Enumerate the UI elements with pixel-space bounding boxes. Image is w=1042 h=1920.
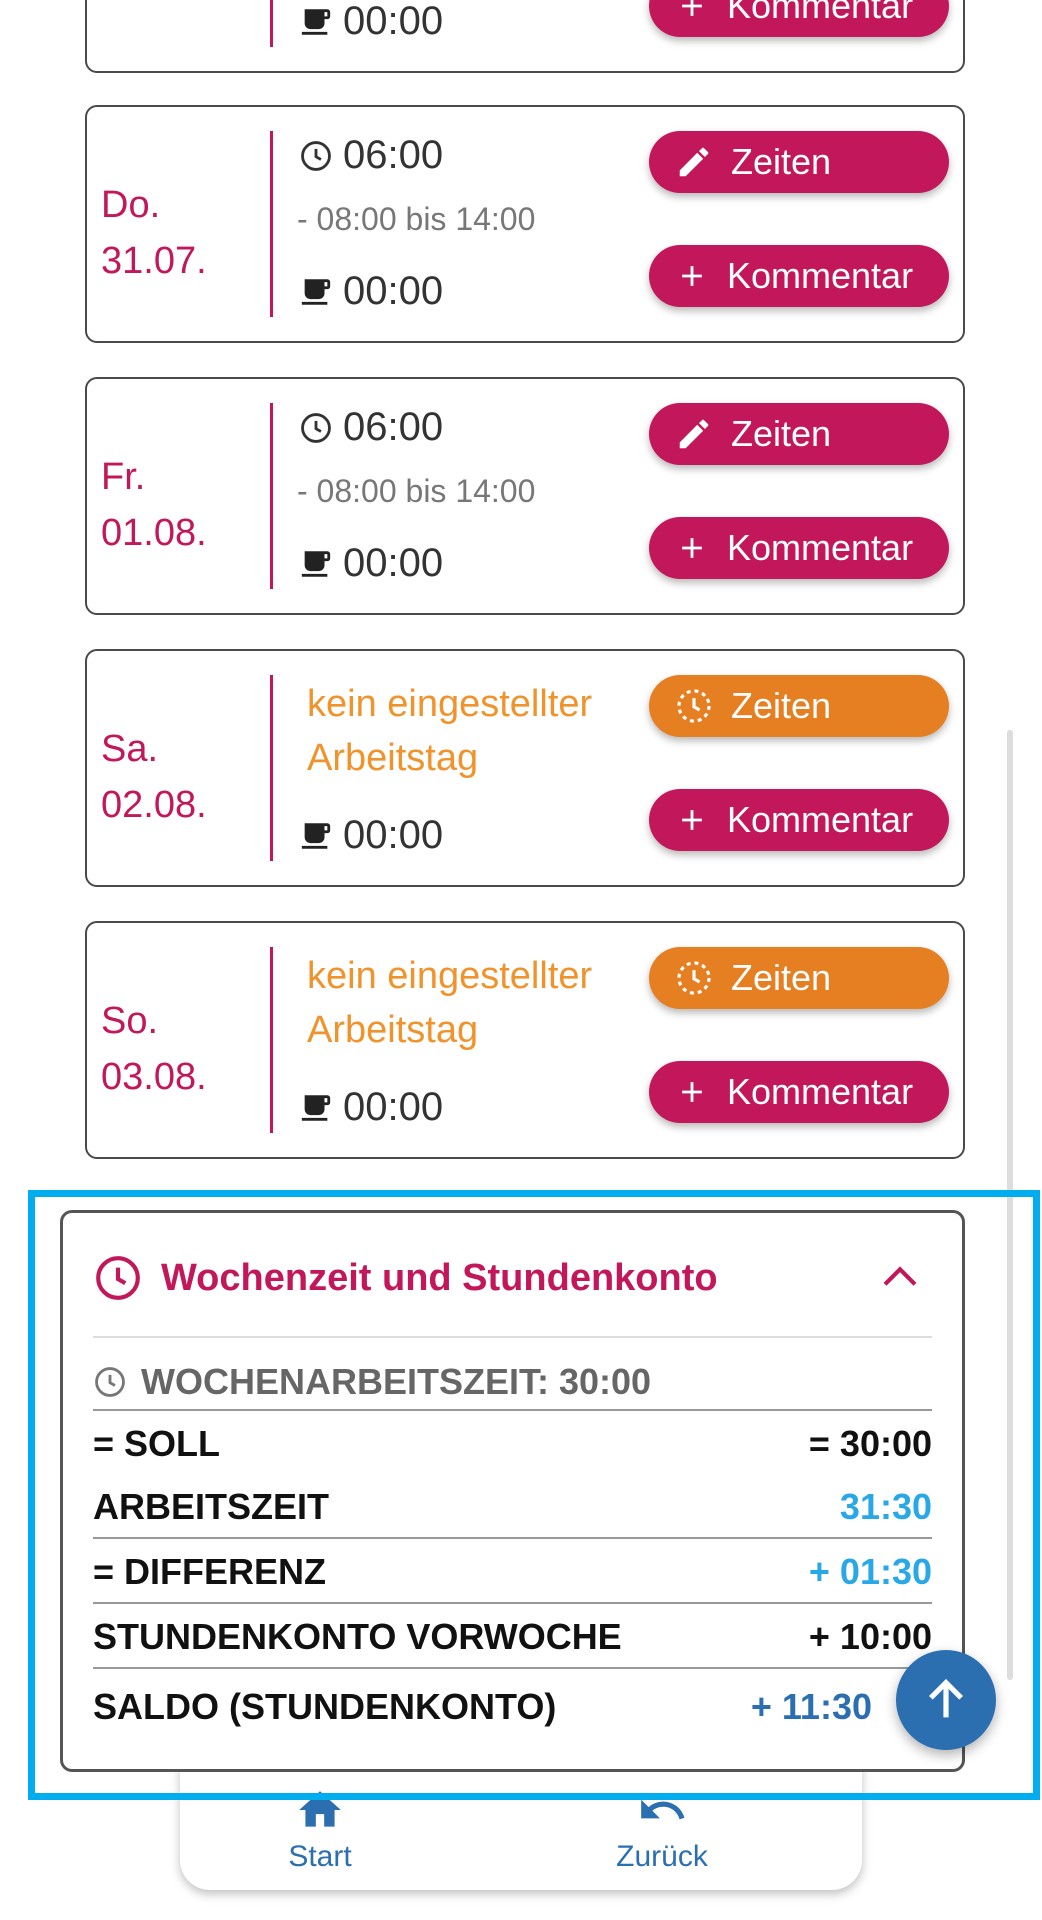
day-card-wed: 00:00 Kommentar xyxy=(85,0,965,73)
no-workday-notice: kein eingestellter Arbeitstag xyxy=(307,955,593,1051)
day-date: Do. 31.07. xyxy=(101,184,207,282)
day-divider xyxy=(270,0,273,47)
kommentar-button[interactable]: Kommentar xyxy=(649,0,949,37)
day-date: So. 03.08. xyxy=(101,1000,207,1098)
work-time: 06:00 xyxy=(299,405,443,450)
coffee-icon xyxy=(301,8,331,35)
summary-row-arbeitszeit: ARBEITSZEIT 31:30 xyxy=(93,1486,932,1527)
time-range: - 08:00 bis 14:00 xyxy=(297,473,536,509)
coffee-icon xyxy=(301,550,331,577)
chevron-up-icon[interactable] xyxy=(880,1261,920,1291)
break-time: 00:00 xyxy=(299,0,443,44)
divider xyxy=(93,1409,932,1411)
clock-icon xyxy=(301,140,331,171)
time-range: - 08:00 bis 14:00 xyxy=(297,201,536,237)
clock-icon xyxy=(96,1256,140,1300)
day-card-thu: Do. 31.07. 06:00 - 08:00 bis 14:00 00:00 … xyxy=(85,105,965,343)
dashed-clock-icon xyxy=(677,961,711,995)
work-time: 06:00 xyxy=(299,133,443,178)
divider xyxy=(93,1667,932,1669)
divider xyxy=(93,1336,932,1338)
break-time: 00:00 xyxy=(299,813,443,858)
scroll-top-button[interactable] xyxy=(896,1650,996,1750)
zeiten-button[interactable]: Zeiten xyxy=(649,675,949,737)
divider xyxy=(93,1537,932,1539)
day-date: Sa. 02.08. xyxy=(101,728,207,826)
day-card-sat: Sa. 02.08. kein eingestellter Arbeitstag 0… xyxy=(85,649,965,887)
kommentar-button[interactable]: Kommentar xyxy=(649,245,949,307)
arrow-up-icon xyxy=(928,1678,964,1718)
plus-icon xyxy=(682,0,702,16)
day-divider xyxy=(270,403,273,589)
zeiten-button[interactable]: Zeiten xyxy=(649,947,949,1009)
clock-icon xyxy=(301,412,331,443)
weekly-hours: WOCHENARBEITSZEIT: 30:00 xyxy=(93,1361,651,1403)
coffee-icon xyxy=(301,1094,331,1121)
dashed-clock-icon xyxy=(677,689,711,723)
kommentar-button[interactable]: Kommentar xyxy=(649,517,949,579)
day-card-sun: So. 03.08. kein eingestellter Arbeitstag 0… xyxy=(85,921,965,1159)
weekly-summary-panel: Wochenzeit und Stundenkonto WOCHENARBEIT… xyxy=(60,1210,965,1772)
no-workday-notice: kein eingestellter Arbeitstag xyxy=(307,683,593,779)
summary-row-vorwoche: STUNDENKONTO VORWOCHE + 10:00 xyxy=(93,1616,932,1657)
day-date: Fr. 01.08. xyxy=(101,456,207,554)
summary-header[interactable]: Wochenzeit und Stundenkonto xyxy=(93,1253,718,1303)
pencil-icon xyxy=(679,147,709,177)
coffee-icon xyxy=(301,822,331,849)
zeiten-button[interactable]: Zeiten xyxy=(649,131,949,193)
kommentar-button[interactable]: Kommentar xyxy=(649,789,949,851)
summary-row-saldo: SALDO (STUNDENKONTO) + 11:30 xyxy=(93,1686,872,1727)
clock-icon xyxy=(95,1367,125,1397)
break-time: 00:00 xyxy=(299,541,443,586)
summary-row-soll: = SOLL = 30:00 xyxy=(93,1423,932,1464)
kommentar-button[interactable]: Kommentar xyxy=(649,1061,949,1123)
plus-icon xyxy=(682,1082,702,1102)
summary-row-differenz: = DIFFERENZ + 01:30 xyxy=(93,1551,932,1592)
divider xyxy=(93,1602,932,1604)
break-time: 00:00 xyxy=(299,269,443,314)
plus-icon xyxy=(682,538,702,558)
day-card-fri: Fr. 01.08. 06:00 - 08:00 bis 14:00 00:00 … xyxy=(85,377,965,615)
day-divider xyxy=(270,675,273,861)
coffee-icon xyxy=(301,278,331,305)
plus-icon xyxy=(682,810,702,830)
day-divider xyxy=(270,947,273,1133)
day-divider xyxy=(270,131,273,317)
break-time: 00:00 xyxy=(299,1085,443,1130)
zeiten-button[interactable]: Zeiten xyxy=(649,403,949,465)
pencil-icon xyxy=(679,419,709,449)
plus-icon xyxy=(682,266,702,286)
